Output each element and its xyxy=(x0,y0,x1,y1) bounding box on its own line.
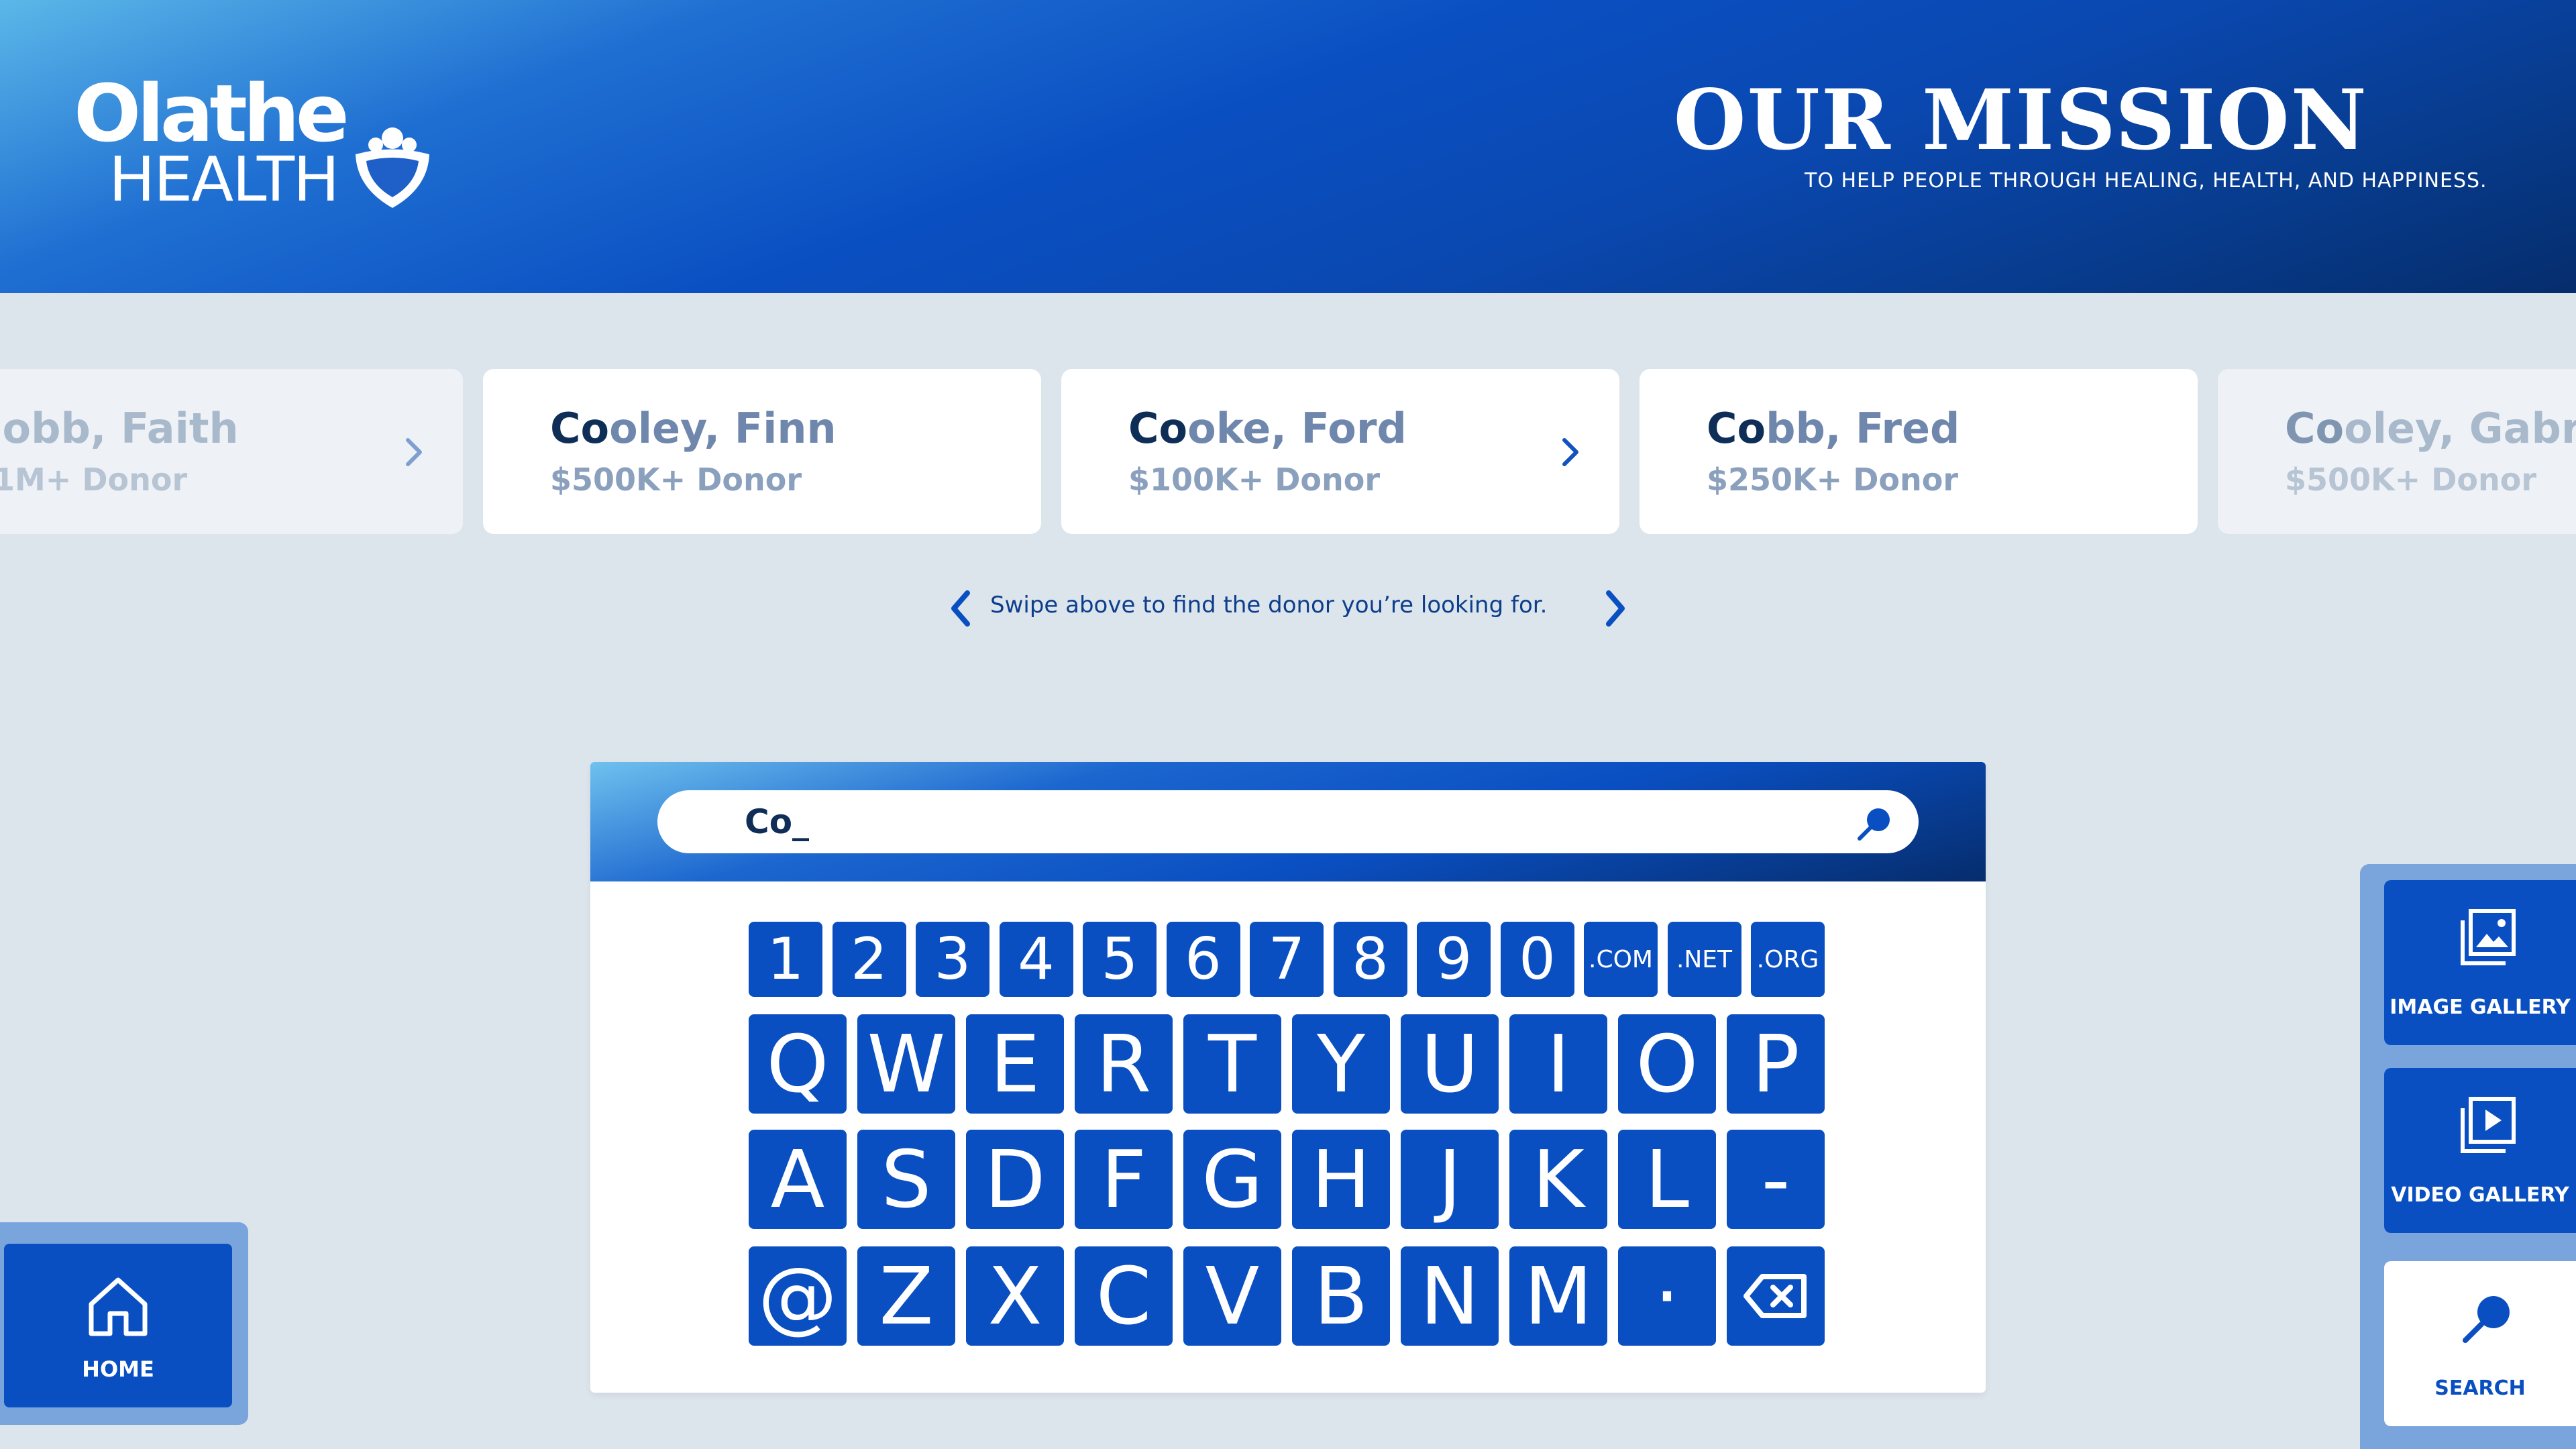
donor-card[interactable]: Cooley, Finn $500K+ Donor xyxy=(483,369,1041,534)
key-at[interactable]: @ xyxy=(749,1246,847,1346)
donor-level: $500K+ Donor xyxy=(2285,462,2537,498)
key-t[interactable]: T xyxy=(1183,1014,1281,1114)
key-u[interactable]: U xyxy=(1401,1014,1499,1114)
logo-wordmark-bottom: HEALTH xyxy=(109,144,339,215)
key-e[interactable]: E xyxy=(966,1014,1064,1114)
key-0[interactable]: 0 xyxy=(1500,922,1574,997)
key-r[interactable]: R xyxy=(1075,1014,1173,1114)
donor-card[interactable]: Cooley, Gabriel $500K+ Donor xyxy=(2218,369,2576,534)
key-o[interactable]: O xyxy=(1618,1014,1716,1114)
donor-card[interactable]: Cobb, Fred $250K+ Donor xyxy=(1640,369,2198,534)
home-label: HOME xyxy=(82,1356,154,1382)
key-dash[interactable]: - xyxy=(1727,1130,1825,1229)
key-d[interactable]: D xyxy=(966,1130,1064,1229)
key-i[interactable]: I xyxy=(1509,1014,1607,1114)
logo-shield-icon xyxy=(356,127,429,208)
donor-card[interactable]: Cooke, Ford $100K+ Donor xyxy=(1061,369,1619,534)
logo-wordmark-top: Olathe xyxy=(74,67,350,160)
donor-carousel[interactable]: Cobb, Faith $1M+ Donor Cooley, Finn $500… xyxy=(0,369,2576,534)
search-input-value: Co_ xyxy=(745,802,810,841)
donor-name: Cooke, Ford xyxy=(1128,404,1407,453)
donor-name: Cobb, Faith xyxy=(0,404,239,453)
donor-level: $500K+ Donor xyxy=(550,462,802,498)
key-9[interactable]: 9 xyxy=(1417,922,1491,997)
key-com[interactable]: .COM xyxy=(1584,922,1658,997)
key-7[interactable]: 7 xyxy=(1250,922,1324,997)
key-v[interactable]: V xyxy=(1183,1246,1281,1346)
chevron-left-icon[interactable] xyxy=(946,588,975,629)
donor-level: $100K+ Donor xyxy=(1128,462,1381,498)
key-2[interactable]: 2 xyxy=(832,922,906,997)
donor-name: Cooley, Finn xyxy=(550,404,837,453)
olathe-health-logo: Olathe HEALTH xyxy=(74,74,449,221)
key-g[interactable]: G xyxy=(1183,1130,1281,1229)
video-gallery-icon xyxy=(2461,1097,2516,1153)
key-org[interactable]: .ORG xyxy=(1751,922,1825,997)
search-header: Co_ xyxy=(590,762,1986,881)
donor-card[interactable]: Cobb, Faith $1M+ Donor xyxy=(0,369,463,534)
key-k[interactable]: K xyxy=(1509,1130,1607,1229)
key-8[interactable]: 8 xyxy=(1333,922,1407,997)
search-keyboard-panel: Co_ 1 2 3 4 5 6 7 8 9 0 .COM .NET .ORG Q W E R T Y U I O P A S D F… xyxy=(590,762,1986,1393)
image-gallery-icon xyxy=(2461,909,2516,965)
donor-level: $1M+ Donor xyxy=(0,462,188,498)
key-x[interactable]: X xyxy=(966,1246,1064,1346)
key-f[interactable]: F xyxy=(1075,1130,1173,1229)
key-1[interactable]: 1 xyxy=(749,922,822,997)
key-q[interactable]: Q xyxy=(749,1014,847,1114)
donor-level: $250K+ Donor xyxy=(1707,462,1959,498)
donor-name: Cobb, Fred xyxy=(1707,404,1960,453)
key-n[interactable]: N xyxy=(1401,1246,1499,1346)
key-5[interactable]: 5 xyxy=(1083,922,1157,997)
search-nav-button[interactable]: SEARCH xyxy=(2384,1261,2576,1426)
image-gallery-label: IMAGE GALLERY xyxy=(2390,996,2571,1019)
header-banner: Olathe HEALTH OUR MISSION TO HELP PEOPLE… xyxy=(0,0,2576,293)
key-h[interactable]: H xyxy=(1292,1130,1390,1229)
key-y[interactable]: Y xyxy=(1292,1014,1390,1114)
mission-subtitle: TO HELP PEOPLE THROUGH HEALING, HEALTH, … xyxy=(1805,169,2487,193)
chevron-right-icon[interactable] xyxy=(1601,588,1630,629)
video-gallery-label: VIDEO GALLERY xyxy=(2391,1183,2569,1207)
search-input[interactable]: Co_ xyxy=(657,790,1919,853)
key-l[interactable]: L xyxy=(1618,1130,1716,1229)
key-net[interactable]: .NET xyxy=(1667,922,1741,997)
key-6[interactable]: 6 xyxy=(1166,922,1240,997)
search-icon xyxy=(2463,1296,2510,1343)
mission-title: OUR MISSION xyxy=(1673,72,2368,169)
swipe-hint-text: Swipe above to find the donor you’re loo… xyxy=(990,592,1548,619)
key-w[interactable]: W xyxy=(857,1014,955,1114)
chevron-right-icon xyxy=(1562,438,1578,466)
chevron-right-icon xyxy=(406,438,422,466)
key-3[interactable]: 3 xyxy=(916,922,989,997)
key-j[interactable]: J xyxy=(1401,1130,1499,1229)
home-button-frame: HOME xyxy=(0,1222,248,1425)
home-icon xyxy=(89,1277,148,1336)
key-4[interactable]: 4 xyxy=(999,922,1073,997)
key-b[interactable]: B xyxy=(1292,1246,1390,1346)
key-m[interactable]: M xyxy=(1509,1246,1607,1346)
home-button[interactable]: HOME xyxy=(4,1244,232,1407)
backspace-icon xyxy=(1743,1274,1807,1318)
key-dot[interactable]: · xyxy=(1618,1246,1716,1346)
key-z[interactable]: Z xyxy=(857,1246,955,1346)
search-nav-label: SEARCH xyxy=(2434,1377,2526,1400)
video-gallery-button[interactable]: VIDEO GALLERY xyxy=(2384,1068,2576,1233)
donor-name: Cooley, Gabriel xyxy=(2285,404,2576,453)
swipe-hint: Swipe above to find the donor you’re loo… xyxy=(946,584,1630,631)
key-p[interactable]: P xyxy=(1727,1014,1825,1114)
image-gallery-button[interactable]: IMAGE GALLERY xyxy=(2384,880,2576,1045)
key-a[interactable]: A xyxy=(749,1130,847,1229)
side-nav: IMAGE GALLERY VIDEO GALLERY SEARCH xyxy=(2360,864,2576,1449)
key-backspace[interactable] xyxy=(1727,1246,1825,1346)
key-c[interactable]: C xyxy=(1075,1246,1173,1346)
key-s[interactable]: S xyxy=(857,1130,955,1229)
search-icon[interactable] xyxy=(1854,804,1894,844)
